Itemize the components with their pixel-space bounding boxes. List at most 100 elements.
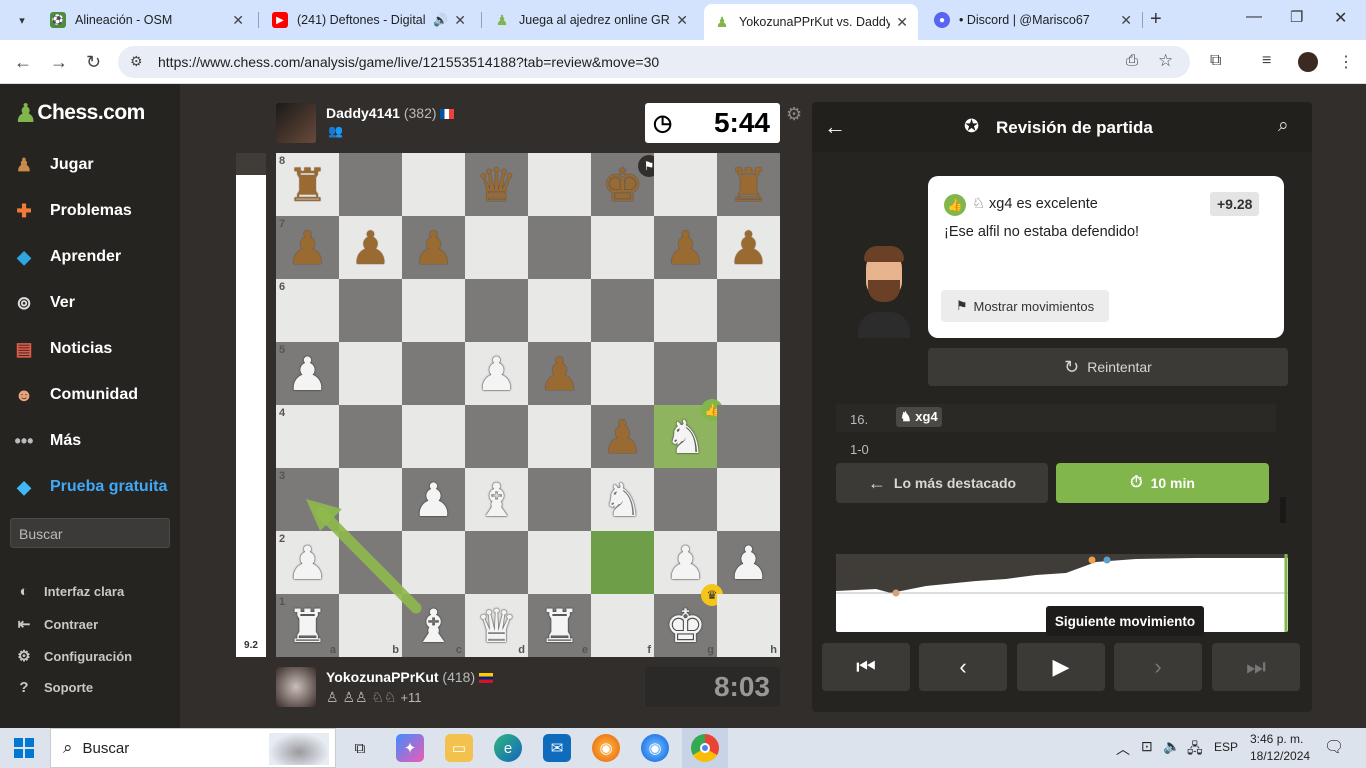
theme-icon: ◐ [19, 583, 29, 600]
browser-tab[interactable]: ⚽ Alineación - OSM ✕ [40, 4, 254, 36]
clock-time[interactable]: 3:46 p. m. [1250, 732, 1303, 746]
sidebar-settings[interactable]: ⚙ Configuración [14, 647, 132, 665]
back-arrow-icon[interactable]: ← [824, 114, 846, 140]
coach-comment: ¡Ese alfil no estaba defendido! [944, 224, 1140, 240]
board-settings-icon[interactable]: ⚙ [786, 104, 802, 125]
edge-icon[interactable]: e [494, 734, 522, 762]
extensions-icon[interactable]: ⧉ [1210, 52, 1221, 70]
bookmark-star-icon[interactable]: ☆ [1158, 51, 1173, 71]
back-icon[interactable]: ← [14, 52, 32, 73]
sidebar-item-puzzles[interactable]: ✚ Problemas [10, 196, 131, 226]
site-info-icon[interactable]: ⚙ [130, 53, 143, 70]
close-icon[interactable]: ✕ [1120, 12, 1132, 29]
help-icon: ? [19, 679, 29, 696]
windows-start-icon[interactable] [14, 738, 34, 758]
next-move-tooltip: Siguiente movimiento [1046, 606, 1204, 636]
taskbar-search[interactable]: ⌕ Buscar [50, 728, 336, 768]
friends-icon: 👥 [328, 124, 343, 138]
menu-icon[interactable]: ⋮ [1338, 52, 1354, 72]
show-moves-button[interactable]: ⚑ Mostrar movimientos [941, 290, 1109, 322]
chess-favicon: ♟ [715, 13, 729, 30]
more-icon: ••• [14, 430, 34, 451]
zoom-search-icon[interactable]: ⌕ [1278, 115, 1289, 137]
camera-icon[interactable]: ⊡ [1141, 738, 1153, 755]
install-app-icon[interactable]: ⎙ [1126, 52, 1138, 69]
close-icon[interactable]: ✕ [896, 14, 908, 31]
tray-chevron-icon[interactable]: ︿ [1116, 739, 1130, 759]
speaker-icon[interactable]: 🔊 [433, 13, 448, 27]
chesscom-logo[interactable]: ♟ Chess.com [14, 100, 145, 126]
inaccuracy-marker[interactable] [892, 589, 900, 597]
bottom-player-name[interactable]: YokozunaPPrKut (418) [326, 669, 493, 685]
file-explorer-icon[interactable]: ▭ [445, 734, 473, 762]
first-move-button[interactable]: ⏮ [822, 643, 910, 691]
great-move-marker[interactable] [1103, 556, 1111, 564]
play-button[interactable]: ▶ [1017, 643, 1105, 691]
sidebar-item-watch[interactable]: ⊚ Ver [10, 288, 74, 318]
close-window-button[interactable]: ✕ [1334, 8, 1347, 28]
knight-icon: ♞ [900, 409, 912, 424]
language-indicator[interactable]: ESP [1214, 740, 1238, 754]
sidebar-support[interactable]: ? Soporte [14, 679, 93, 696]
mail-icon[interactable]: ✉ [543, 734, 571, 762]
bottom-player-avatar[interactable] [276, 667, 316, 707]
top-player-name[interactable]: Daddy4141 (382) [326, 105, 455, 121]
profile-avatar[interactable] [1298, 52, 1318, 72]
sidebar-item-learn[interactable]: ◆ Aprender [10, 242, 121, 272]
browser-tab-active[interactable]: ♟ YokozunaPPrKut vs. Daddy4141 ✕ [704, 4, 918, 40]
highlights-button[interactable]: ← Lo más destacado [836, 463, 1048, 503]
retry-button[interactable]: ↻ Reintentar [928, 348, 1288, 386]
clock-date[interactable]: 18/12/2024 [1250, 749, 1310, 763]
top-player-avatar[interactable] [276, 103, 316, 143]
sidebar-item-more[interactable]: ••• Más [10, 426, 82, 456]
last-move-button[interactable]: ⏭ [1212, 643, 1300, 691]
url-text[interactable]: https://www.chess.com/analysis/game/live… [158, 54, 659, 70]
previous-move-button[interactable]: ‹ [919, 643, 1007, 691]
news-icon: ▤ [15, 338, 33, 359]
sidebar-item-play[interactable]: ♟ Jugar [10, 150, 94, 180]
restore-button[interactable]: ❐ [1290, 8, 1303, 26]
notification-icon[interactable]: 🗨 [1324, 737, 1344, 757]
reload-icon[interactable]: ↻ [86, 52, 101, 73]
browser-tab[interactable]: ▶ (241) Deftones - Digital B 🔊 ✕ [262, 4, 476, 36]
network-icon[interactable]: 🖧 [1187, 738, 1203, 762]
sidebar-collapse[interactable]: ⇤ Contraer [14, 615, 98, 633]
forward-icon[interactable]: → [50, 52, 68, 73]
close-icon[interactable]: ✕ [676, 12, 688, 29]
mistake-marker[interactable] [1088, 556, 1096, 564]
clock-icon: ◷ [653, 110, 673, 135]
sidebar-search-input[interactable]: Buscar [10, 518, 170, 548]
close-icon[interactable]: ✕ [232, 12, 244, 29]
firefox-dev-icon[interactable]: ◉ [641, 734, 669, 762]
omnibox[interactable]: ⚙ https://www.chess.com/analysis/game/li… [118, 46, 1190, 78]
task-view-icon[interactable]: ⧉ [346, 734, 374, 762]
new-tab-button[interactable]: + [1150, 8, 1162, 31]
volume-icon[interactable]: 🔈 [1163, 738, 1180, 755]
play-icon: ♟ [15, 154, 33, 175]
address-bar-row: ← → ↻ ⚙ https://www.chess.com/analysis/g… [0, 40, 1366, 84]
sidebar-light-theme[interactable]: ◐ Interfaz clara [14, 583, 124, 600]
current-move[interactable]: ♞ xg4 [896, 407, 942, 427]
chess-favicon: ♟ [495, 11, 509, 28]
coach-comment-bubble: 👍 ♘ xg4 es excelente +9.28 ¡Ese alfil no… [928, 176, 1284, 338]
browser-tab-strip: ▾ ⚽ Alineación - OSM ✕ ▶ (241) Deftones … [0, 0, 1366, 40]
close-icon[interactable]: ✕ [454, 12, 466, 29]
minimize-button[interactable]: — [1246, 8, 1262, 26]
timer-button[interactable]: ⏱ 10 min [1056, 463, 1269, 503]
next-move-button[interactable]: › [1114, 643, 1202, 691]
media-control-icon[interactable]: ≡ [1262, 52, 1271, 70]
sidebar-item-community[interactable]: ☻ Comunidad [10, 380, 138, 410]
osm-favicon: ⚽ [50, 12, 66, 28]
tab-search-button[interactable]: ▾ [10, 8, 34, 32]
coach-avatar [838, 242, 928, 338]
browser-tab[interactable]: ● • Discord | @Marisco67 ✕ [924, 4, 1142, 36]
free-trial-link[interactable]: ◆ Prueba gratuita [10, 472, 167, 502]
firefox-icon[interactable]: ◉ [592, 734, 620, 762]
copilot-icon[interactable]: ✦ [396, 734, 424, 762]
pawn-logo-icon: ♟ [14, 98, 38, 128]
browser-tab[interactable]: ♟ Juega al ajedrez online GRATIS ✕ [484, 4, 698, 36]
scrollbar[interactable] [1280, 497, 1286, 523]
sidebar: ♟ Chess.com ♟ Jugar ✚ Problemas ◆ Aprender … [0, 84, 180, 728]
chrome-icon[interactable] [691, 734, 719, 762]
sidebar-item-news[interactable]: ▤ Noticias [10, 334, 112, 364]
